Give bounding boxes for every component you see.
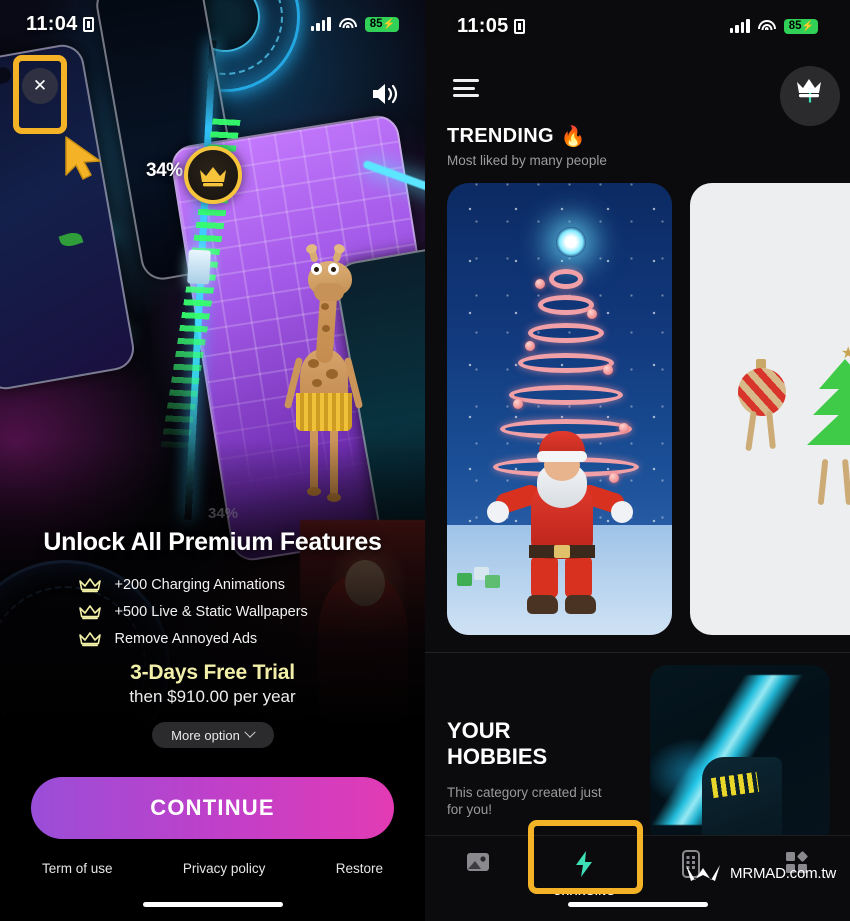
- trending-card-ornaments[interactable]: ★: [690, 183, 850, 635]
- crown-icon: [78, 632, 101, 647]
- continue-label: CONTINUE: [150, 795, 275, 820]
- price-label: then $910.00 per year: [129, 687, 296, 706]
- terms-link[interactable]: Term of use: [42, 861, 113, 876]
- section-divider: [425, 652, 850, 653]
- santa-character: [487, 423, 633, 618]
- status-time: 11:04: [26, 13, 94, 36]
- premium-crown-badge: [183, 146, 242, 204]
- wifi-icon: [338, 17, 357, 31]
- battery-badge: 85 ⚡: [364, 16, 399, 32]
- trial-label: 3-Days Free Trial: [130, 661, 295, 684]
- restore-link[interactable]: Restore: [336, 861, 383, 876]
- tab-widgets[interactable]: [638, 850, 744, 921]
- crown-icon: [199, 166, 226, 186]
- paywall-title: Unlock All Premium Features: [43, 528, 382, 556]
- annotation-cursor-arrow: [65, 136, 101, 180]
- feature-row: Remove Annoyed Ads: [78, 631, 347, 647]
- gift-boxes-graphic: [457, 567, 500, 589]
- tab-label: CHARGING: [553, 886, 616, 898]
- close-button[interactable]: ✕: [22, 68, 58, 104]
- tab-charging[interactable]: CHARGING: [531, 850, 637, 921]
- crown-icon[interactable]: [796, 77, 822, 99]
- feature-row: +500 Live & Static Wallpapers: [78, 604, 347, 620]
- section-title-row: TRENDING 🔥: [447, 124, 607, 149]
- paywall-panel: Unlock All Premium Features +200 Chargin…: [0, 146, 425, 921]
- trending-cards-row: ★: [447, 183, 850, 635]
- chevron-down-icon: [244, 726, 256, 738]
- ornament-tree-graphic: ★: [807, 345, 850, 461]
- section-subtitle: Most liked by many people: [447, 153, 607, 168]
- lock-icon: [82, 16, 94, 32]
- cellular-signal-icon: [310, 17, 331, 31]
- crown-icon: [78, 578, 101, 593]
- lock-icon: [513, 18, 525, 34]
- section-title: TRENDING: [447, 125, 554, 147]
- wifi-icon: [757, 19, 776, 33]
- star-glow-icon: [556, 227, 586, 257]
- home-indicator: [567, 902, 708, 907]
- trending-section-header: TRENDING 🔥 Most liked by many people: [447, 124, 607, 168]
- feature-label: +500 Live & Static Wallpapers: [114, 604, 308, 620]
- dual-screenshot: 34% 11:04 85 ⚡ ✕ Unlock All Premium Feat…: [0, 0, 850, 921]
- ornament-ball-graphic: [738, 368, 786, 416]
- bolt-icon: ⚡: [382, 18, 395, 30]
- battery-badge: 85 ⚡: [783, 18, 818, 34]
- bolt-icon: [576, 851, 593, 877]
- continue-button[interactable]: CONTINUE: [31, 777, 394, 839]
- hobbies-subtitle: This category created just for you!: [447, 784, 602, 818]
- more-option-label: More option: [171, 727, 240, 743]
- watermark: MRMAD.com.tw: [685, 863, 836, 883]
- charging-plug-icon: [187, 249, 211, 285]
- crown-icon: [78, 605, 101, 620]
- home-indicator: [142, 902, 283, 907]
- cellular-signal-icon: [729, 19, 750, 33]
- right-status-bar: 11:05 85 ⚡: [425, 0, 850, 52]
- tab-apps[interactable]: [744, 850, 850, 921]
- mrmad-logo-icon: [686, 865, 721, 881]
- tab-wallpapers[interactable]: [425, 850, 531, 921]
- privacy-link[interactable]: Privacy policy: [183, 861, 266, 876]
- feature-row: +200 Charging Animations: [78, 577, 347, 593]
- speaker-icon[interactable]: [369, 80, 401, 108]
- premium-feature-list: +200 Charging Animations +500 Live & Sta…: [78, 577, 347, 647]
- feature-label: +200 Charging Animations: [114, 577, 286, 593]
- status-time: 11:05: [457, 15, 525, 38]
- left-phone-screen: 34% 11:04 85 ⚡ ✕ Unlock All Premium Feat…: [0, 0, 425, 921]
- left-status-bar: 11:04 85 ⚡: [0, 0, 425, 48]
- hobbies-title: YOUR HOBBIES: [447, 718, 548, 769]
- fire-icon: 🔥: [560, 126, 587, 148]
- watermark-text: MRMAD.com.tw: [730, 865, 836, 882]
- image-icon: [467, 853, 490, 871]
- price-block: 3-Days Free Trial then $910.00 per year: [16, 661, 409, 707]
- legal-links-row: Term of use Privacy policy Restore: [16, 839, 409, 876]
- hobbies-section: YOUR HOBBIES This category created just …: [447, 718, 607, 819]
- hobby-preview-card[interactable]: [650, 665, 830, 845]
- close-icon: ✕: [32, 76, 48, 95]
- bolt-icon: ⚡: [801, 20, 814, 32]
- app-header: [425, 66, 850, 110]
- feature-label: Remove Annoyed Ads: [114, 631, 258, 647]
- trending-card-santa[interactable]: [447, 183, 672, 635]
- more-option-button[interactable]: More option: [151, 722, 274, 748]
- right-phone-screen: 11:05 85 ⚡ TRENDING 🔥 Most liked by many…: [425, 0, 850, 921]
- hamburger-menu-icon[interactable]: [453, 79, 479, 97]
